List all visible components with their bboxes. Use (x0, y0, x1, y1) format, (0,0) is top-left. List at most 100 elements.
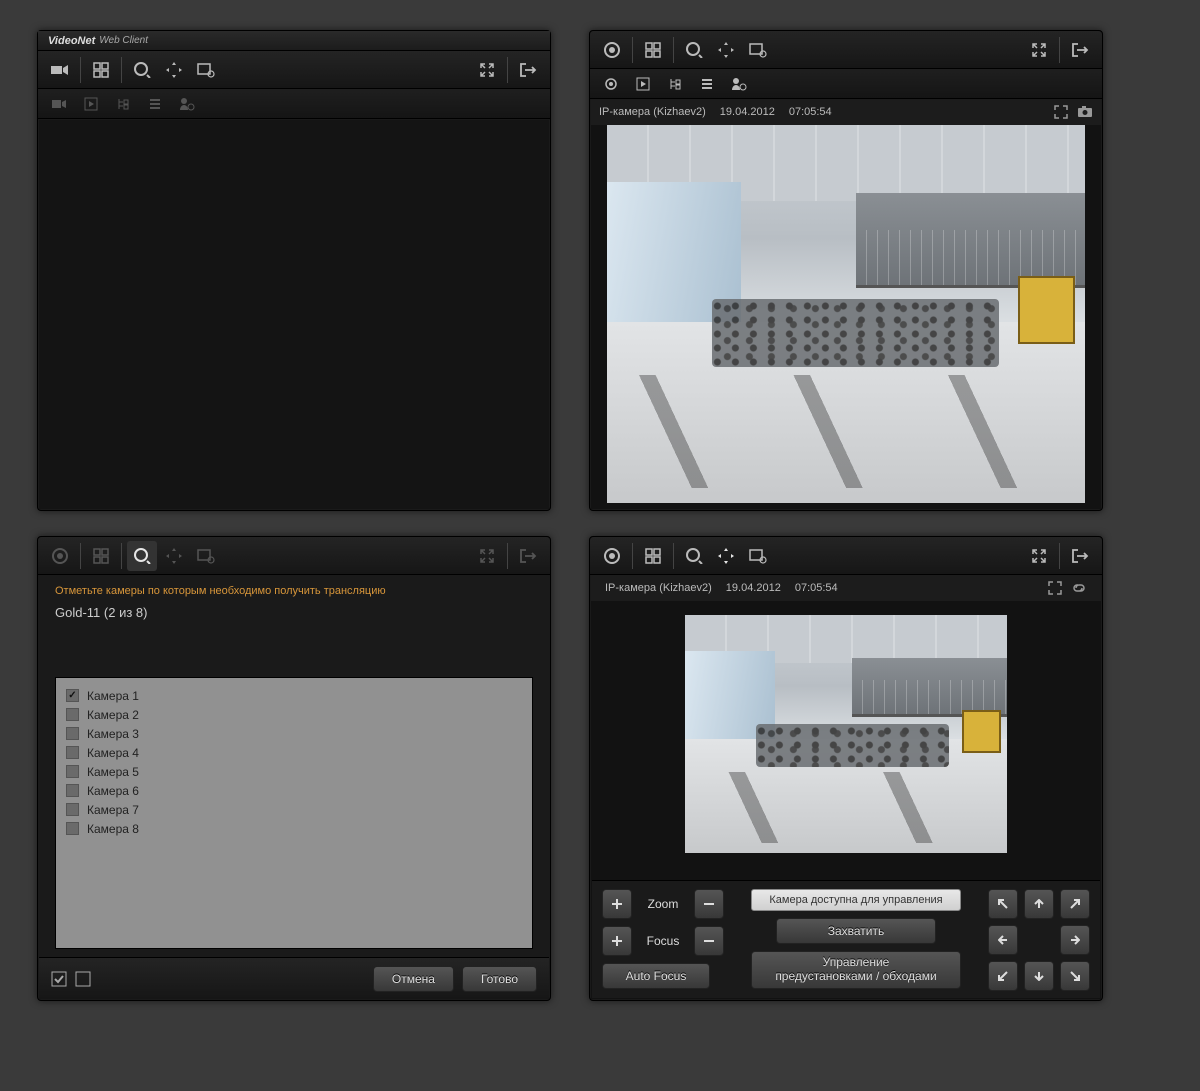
camera-checkbox[interactable] (66, 784, 79, 797)
user-settings-icon[interactable] (729, 74, 749, 94)
zoom-label: Zoom (638, 897, 688, 911)
separator (1059, 543, 1060, 569)
play-icon[interactable] (81, 94, 101, 114)
record-icon[interactable] (597, 35, 627, 65)
deselect-all-icon[interactable] (75, 971, 91, 987)
collapse-icon[interactable] (472, 55, 502, 85)
list-icon[interactable] (697, 74, 717, 94)
fullscreen-icon[interactable] (1053, 104, 1069, 120)
settings-icon[interactable] (743, 541, 773, 571)
tree-icon[interactable] (113, 94, 133, 114)
settings-icon[interactable] (191, 541, 221, 571)
ptz-up-button[interactable] (1024, 889, 1054, 919)
group-title: Gold-11 (2 из 8) (39, 601, 549, 630)
exit-icon[interactable] (1065, 35, 1095, 65)
camera-row[interactable]: Камера 2 (66, 705, 522, 724)
camera-checkbox[interactable] (66, 708, 79, 721)
snapshot-icon[interactable] (1077, 104, 1093, 120)
separator (632, 543, 633, 569)
record-icon[interactable] (601, 74, 621, 94)
camera-checkbox[interactable] (66, 727, 79, 740)
separator (1059, 37, 1060, 63)
camera-checkbox[interactable] (66, 746, 79, 759)
sub-toolbar (38, 89, 550, 119)
separator (80, 57, 81, 83)
done-button[interactable]: Готово (462, 966, 537, 992)
user-settings-icon[interactable] (177, 94, 197, 114)
camera-mode-icon[interactable] (45, 55, 75, 85)
select-all-icon[interactable] (51, 971, 67, 987)
record-icon[interactable] (45, 541, 75, 571)
play-icon[interactable] (633, 74, 653, 94)
collapse-icon[interactable] (1024, 541, 1054, 571)
video-area: IP-камера (Kizhaev2) 19.04.2012 07:05:54 (591, 99, 1101, 509)
record-dropdown-icon[interactable] (127, 55, 157, 85)
camera-checkbox[interactable] (66, 822, 79, 835)
layout-grid-icon[interactable] (86, 541, 116, 571)
link-icon[interactable] (1071, 580, 1087, 596)
focus-in-button[interactable] (602, 926, 632, 956)
camera-checkbox[interactable] (66, 765, 79, 778)
video-image (685, 615, 1007, 853)
settings-icon[interactable] (743, 35, 773, 65)
camera-list[interactable]: Камера 1 Камера 2 Камера 3Камера 4Камера 5… (55, 677, 533, 949)
fullscreen-icon[interactable] (1047, 580, 1063, 596)
ptz-mode-icon[interactable] (711, 35, 741, 65)
camera-icon[interactable] (49, 94, 69, 114)
record-dropdown-icon[interactable] (679, 35, 709, 65)
exit-icon[interactable] (513, 55, 543, 85)
video-feed[interactable] (685, 615, 1007, 853)
ptz-down-left-button[interactable] (988, 961, 1018, 991)
record-icon[interactable] (597, 541, 627, 571)
ptz-content: IP-камера (Kizhaev2) 19.04.2012 07:05:54 (591, 575, 1101, 999)
autofocus-button[interactable]: Auto Focus (602, 963, 710, 989)
separator (507, 57, 508, 83)
layout-grid-icon[interactable] (638, 541, 668, 571)
list-icon[interactable] (145, 94, 165, 114)
camera-label: Камера 2 (87, 708, 139, 722)
main-toolbar (38, 537, 550, 575)
ptz-down-right-button[interactable] (1060, 961, 1090, 991)
camera-checkbox[interactable] (66, 803, 79, 816)
ptz-mode-icon[interactable] (159, 55, 189, 85)
separator (121, 57, 122, 83)
tree-icon[interactable] (665, 74, 685, 94)
capture-button[interactable]: Захватить (776, 918, 936, 944)
record-dropdown-icon[interactable] (127, 541, 157, 571)
camera-row[interactable]: Камера 6 (66, 781, 522, 800)
ptz-mode-icon[interactable] (711, 541, 741, 571)
ptz-down-button[interactable] (1024, 961, 1054, 991)
focus-out-button[interactable] (694, 926, 724, 956)
camera-row[interactable]: Камера 3 (66, 724, 522, 743)
main-toolbar (590, 537, 1102, 575)
layout-grid-icon[interactable] (638, 35, 668, 65)
zoom-out-button[interactable] (694, 889, 724, 919)
exit-icon[interactable] (513, 541, 543, 571)
layout-grid-icon[interactable] (86, 55, 116, 85)
video-feed[interactable] (607, 125, 1085, 503)
camera-row[interactable]: Камера 1 (66, 686, 522, 705)
separator (121, 543, 122, 569)
collapse-icon[interactable] (1024, 35, 1054, 65)
ptz-right-button[interactable] (1060, 925, 1090, 955)
panel-live-view: IP-камера (Kizhaev2) 19.04.2012 07:05:54 (589, 30, 1103, 511)
ptz-up-right-button[interactable] (1060, 889, 1090, 919)
collapse-icon[interactable] (472, 541, 502, 571)
camera-checkbox[interactable] (66, 689, 79, 702)
ptz-left-button[interactable] (988, 925, 1018, 955)
video-header: IP-камера (Kizhaev2) 19.04.2012 07:05:54 (591, 575, 1101, 601)
camera-row[interactable]: Камера 7 (66, 800, 522, 819)
camera-row[interactable]: Камера 8 (66, 819, 522, 838)
presets-button[interactable]: Управление предустановками / обходами (751, 951, 961, 989)
camera-row[interactable]: Камера 5 (66, 762, 522, 781)
separator (507, 543, 508, 569)
ptz-up-left-button[interactable] (988, 889, 1018, 919)
zoom-in-button[interactable] (602, 889, 632, 919)
settings-icon[interactable] (191, 55, 221, 85)
record-dropdown-icon[interactable] (679, 541, 709, 571)
ptz-mode-icon[interactable] (159, 541, 189, 571)
ptz-dpad (988, 889, 1090, 991)
cancel-button[interactable]: Отмена (373, 966, 454, 992)
exit-icon[interactable] (1065, 541, 1095, 571)
camera-row[interactable]: Камера 4 (66, 743, 522, 762)
